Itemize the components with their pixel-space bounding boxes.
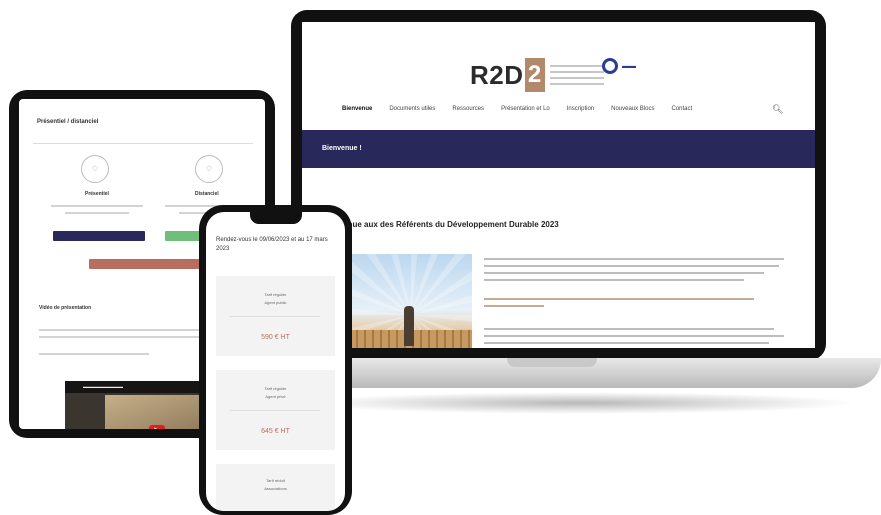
nav-item-nouveaux-blocs[interactable]: Nouveaux Blocs (611, 106, 654, 112)
main-nav: Bienvenue Documents utiles Ressources Pr… (342, 106, 692, 112)
laptop-shadow (300, 392, 860, 414)
laptop-device: R2D 2 ▬▬ Bienvenue Documents utiles Ress… (291, 10, 826, 360)
pricing-divider (230, 410, 320, 411)
section-title: Présentiel / distanciel (37, 119, 99, 125)
university-emblem-icon (602, 58, 618, 74)
university-logo: ▬▬ (602, 58, 636, 74)
site-header: R2D 2 ▬▬ Bienvenue Documents utiles Ress… (302, 22, 815, 115)
divider (33, 143, 253, 144)
search-icon[interactable]: 🔍︎ (772, 104, 783, 115)
play-icon[interactable]: ▶ (149, 425, 165, 429)
pricing-divider (230, 316, 320, 317)
nav-item-inscription[interactable]: Inscription (567, 106, 594, 112)
laptop-screen: R2D 2 ▬▬ Bienvenue Documents utiles Ress… (302, 22, 815, 348)
brand-name: R2D (470, 59, 524, 90)
post-link-paragraph[interactable] (484, 298, 784, 312)
brand-logo[interactable]: R2D 2 (470, 58, 604, 92)
pricing-card[interactable]: Tarif régulier Agent public 590 € HT (216, 276, 335, 356)
option-label-distanciel: Distanciel (195, 191, 219, 197)
page-title: Bienvenue ! (322, 145, 362, 152)
post-paragraph-1 (484, 258, 784, 286)
pricing-label: Tarif régulier (264, 292, 287, 297)
pricing-label: Tarif régulier (264, 386, 287, 391)
nav-item-ressources[interactable]: Ressources (452, 106, 484, 112)
phone-notch (250, 212, 302, 224)
presentiel-icon: ◌ (81, 155, 109, 183)
nav-item-bienvenue[interactable]: Bienvenue (342, 106, 372, 112)
pricing-price: 645 € HT (261, 428, 290, 435)
presentiel-button[interactable] (53, 231, 145, 241)
post-paragraph-2 (484, 328, 784, 348)
brand-mark: 2 (524, 58, 545, 92)
video-title: ▬▬▬▬▬▬▬▬▬▬ (83, 384, 123, 389)
event-heading: Rendez-vous le 09/06/2023 et au 17 mars … (216, 237, 328, 252)
brand-tagline (549, 65, 604, 85)
pricing-price: 590 € HT (261, 334, 290, 341)
nav-item-presentation[interactable]: Présentation et Lo (501, 106, 550, 112)
post-heading: ...venue aux des Référents du Développem… (332, 220, 559, 229)
phone-screen: Rendez-vous le 09/06/2023 et au 17 mars … (206, 212, 345, 511)
post-image (350, 254, 472, 348)
university-logo-mark: ▬▬ (622, 62, 636, 70)
pricing-sublabel: Associations (264, 486, 287, 491)
phone-device: Rendez-vous le 09/06/2023 et au 17 mars … (199, 205, 352, 515)
laptop-hinge (507, 358, 597, 367)
pricing-sublabel: Agent privé (265, 394, 286, 399)
video-heading: Vidéo de présentation (39, 305, 92, 311)
nav-item-contact[interactable]: Contact (671, 106, 692, 112)
option-label-presentiel: Présentiel (85, 191, 109, 197)
distanciel-icon: ◌ (195, 155, 223, 183)
page-banner: Bienvenue ! (302, 130, 815, 168)
pricing-sublabel: Agent public (264, 300, 287, 305)
pricing-card[interactable]: Tarif régulier Agent privé 645 € HT (216, 370, 335, 450)
pricing-label: Tarif réduit (266, 478, 285, 483)
nav-item-documents-utiles[interactable]: Documents utiles (389, 106, 435, 112)
pricing-card[interactable]: Tarif réduit Associations (216, 464, 335, 511)
